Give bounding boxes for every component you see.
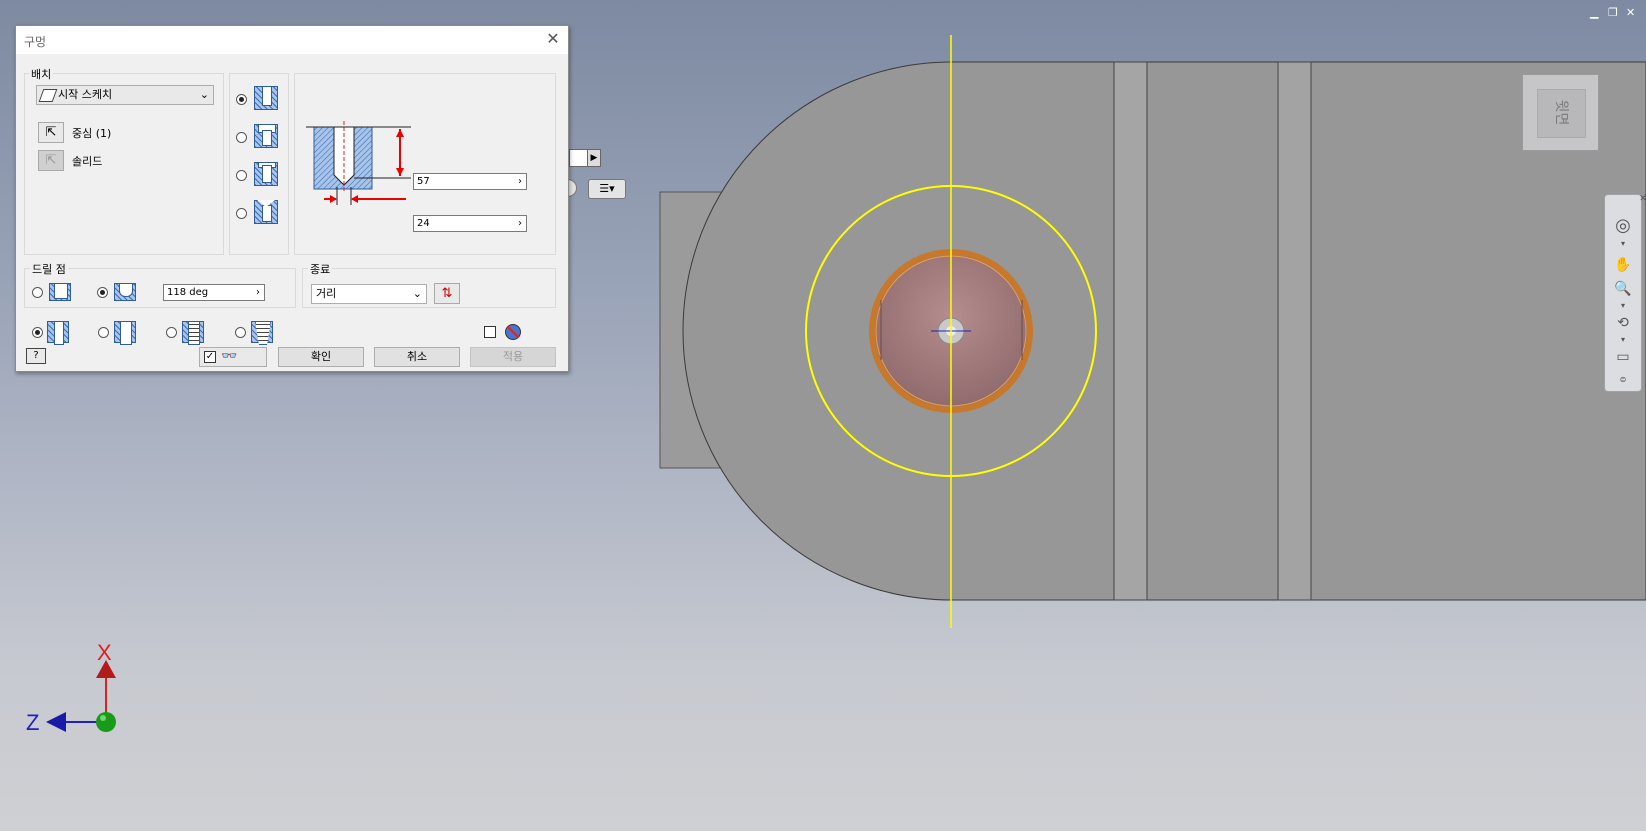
zoom-icon[interactable]: 🔍 [1611,281,1635,297]
customize-icon[interactable]: ⊜ [1611,375,1635,384]
preview-toggle[interactable]: ✓ 👓 [199,347,267,367]
part-body [682,61,1646,601]
hole-type-counterbore-radio[interactable] [236,132,247,143]
axis-label-x: X [97,640,112,665]
glasses-icon: 👓 [221,349,238,364]
center-select-button[interactable]: ⇱ [38,122,64,143]
drill-angle-value: 118 deg [167,287,209,298]
hole-type-spotface-radio[interactable] [236,170,247,181]
chevron-down-icon: ▾ [609,182,615,195]
chevron-down-icon[interactable]: ▾ [1611,301,1635,310]
close-icon[interactable]: ✕ [1631,194,1646,204]
cursor-arrow-icon: ⇱ [45,125,57,140]
flip-direction-button[interactable]: ⇅ [434,283,460,304]
depth-input[interactable]: 57 › [413,173,527,190]
chevron-right-icon[interactable]: › [253,286,263,299]
center-label: 중심 (1) [72,127,112,140]
dialog-titlebar[interactable]: 구멍 ✕ [16,26,568,54]
flip-arrows-icon: ⇅ [441,286,453,301]
close-icon[interactable]: ✕ [544,30,562,48]
infer-imate-checkbox[interactable] [484,326,496,338]
placement-source-value: 시작 스케치 [58,88,113,101]
diameter-input[interactable]: 24 › [413,215,527,232]
viewcube[interactable]: 윗면 [1522,74,1599,151]
drilled-hole-icon [47,321,69,345]
help-icon: ? [33,350,39,361]
view-face-icon[interactable]: ▭ [1611,349,1635,365]
termination-dropdown[interactable]: 거리 ⌄ [311,284,427,304]
termination-value: 거리 [316,287,337,300]
mini-toolbar-arrow-button[interactable]: ▶ [569,149,601,167]
drill-point-angle-radio[interactable] [97,287,108,298]
imate-icon[interactable] [505,324,521,340]
chevron-down-icon: ⌄ [199,88,209,101]
cancel-button[interactable]: 취소 [374,347,460,367]
hole-tapped-radio[interactable] [166,327,177,338]
counterbore-hole-icon [254,124,278,148]
drill-point-flat-radio[interactable] [32,287,43,298]
chevron-down-icon[interactable]: ▾ [1611,335,1635,344]
chevron-down-icon[interactable]: ▾ [1611,239,1635,248]
navigation-bar[interactable]: ✕ ◎ ▾ ✋ 🔍 ▾ ⟲ ▾ ▭ ⊜ [1604,194,1646,392]
angle-drill-point-icon [114,283,136,301]
pan-icon[interactable]: ✋ [1611,257,1635,273]
steering-wheel-icon[interactable]: ◎ [1611,215,1635,236]
graphics-viewport[interactable]: ▁ ❐ ✕ ▶ ☰▾ 윗면 ✕ ◎ ▾ ✋ 🔍 ▾ ⟲ ▾ ▭ ⊜ X Z 구멍… [0,0,1646,831]
hole-taper-tapped-radio[interactable] [235,327,246,338]
drill-angle-input[interactable]: 118 deg › [163,284,265,301]
depth-value: 57 [417,176,430,187]
hole-type-countersink-radio[interactable] [236,208,247,219]
orbit-icon[interactable]: ⟲ [1611,315,1635,331]
solid-select-button[interactable]: ⇱ [38,150,64,171]
groove-1 [1113,61,1148,601]
hole-dialog[interactable]: 구멍 ✕ 배치 시작 스케치 ⌄ ⇱ 중심 (1) ⇱ 솔리드 57 › 24 … [15,25,569,372]
chevron-right-icon[interactable]: › [515,175,525,188]
preview-checkbox[interactable]: ✓ [204,351,216,363]
viewcube-face-label: 윗면 [1553,99,1569,126]
dialog-title: 구멍 [24,35,47,49]
chevron-right-icon[interactable]: › [515,217,525,230]
simple-hole-icon [254,86,278,110]
chevron-down-icon: ⌄ [412,287,422,300]
diameter-value: 24 [417,218,430,229]
cursor-arrow-icon: ⇱ [45,153,57,168]
sketch-plane-icon [38,89,58,102]
placement-group-label: 배치 [29,66,54,82]
axis-label-z: Z [26,710,40,735]
countersink-hole-icon [254,200,278,224]
groove-2 [1277,61,1312,601]
termination-group-label: 종료 [308,261,333,277]
clearance-hole-icon [114,321,136,345]
hole-clearance-radio[interactable] [98,327,109,338]
hole-type-simple-radio[interactable] [236,94,247,105]
drill-point-group-label: 드릴 점 [30,261,68,277]
mini-toolbar-options-button[interactable]: ☰▾ [588,179,626,199]
list-icon: ☰ [599,182,610,195]
solid-label: 솔리드 [72,155,103,168]
spotface-hole-icon [254,162,278,186]
hole-section-diagram [306,121,411,205]
taper-tapped-hole-icon [251,321,273,345]
tapped-hole-icon [182,321,204,345]
flat-drill-point-icon [49,283,71,301]
apply-button[interactable]: 적용 [470,347,556,367]
ok-button[interactable]: 확인 [278,347,364,367]
hole-simple-radio[interactable] [32,327,43,338]
help-button[interactable]: ? [26,348,46,364]
placement-source-dropdown[interactable]: 시작 스케치 ⌄ [36,85,214,105]
